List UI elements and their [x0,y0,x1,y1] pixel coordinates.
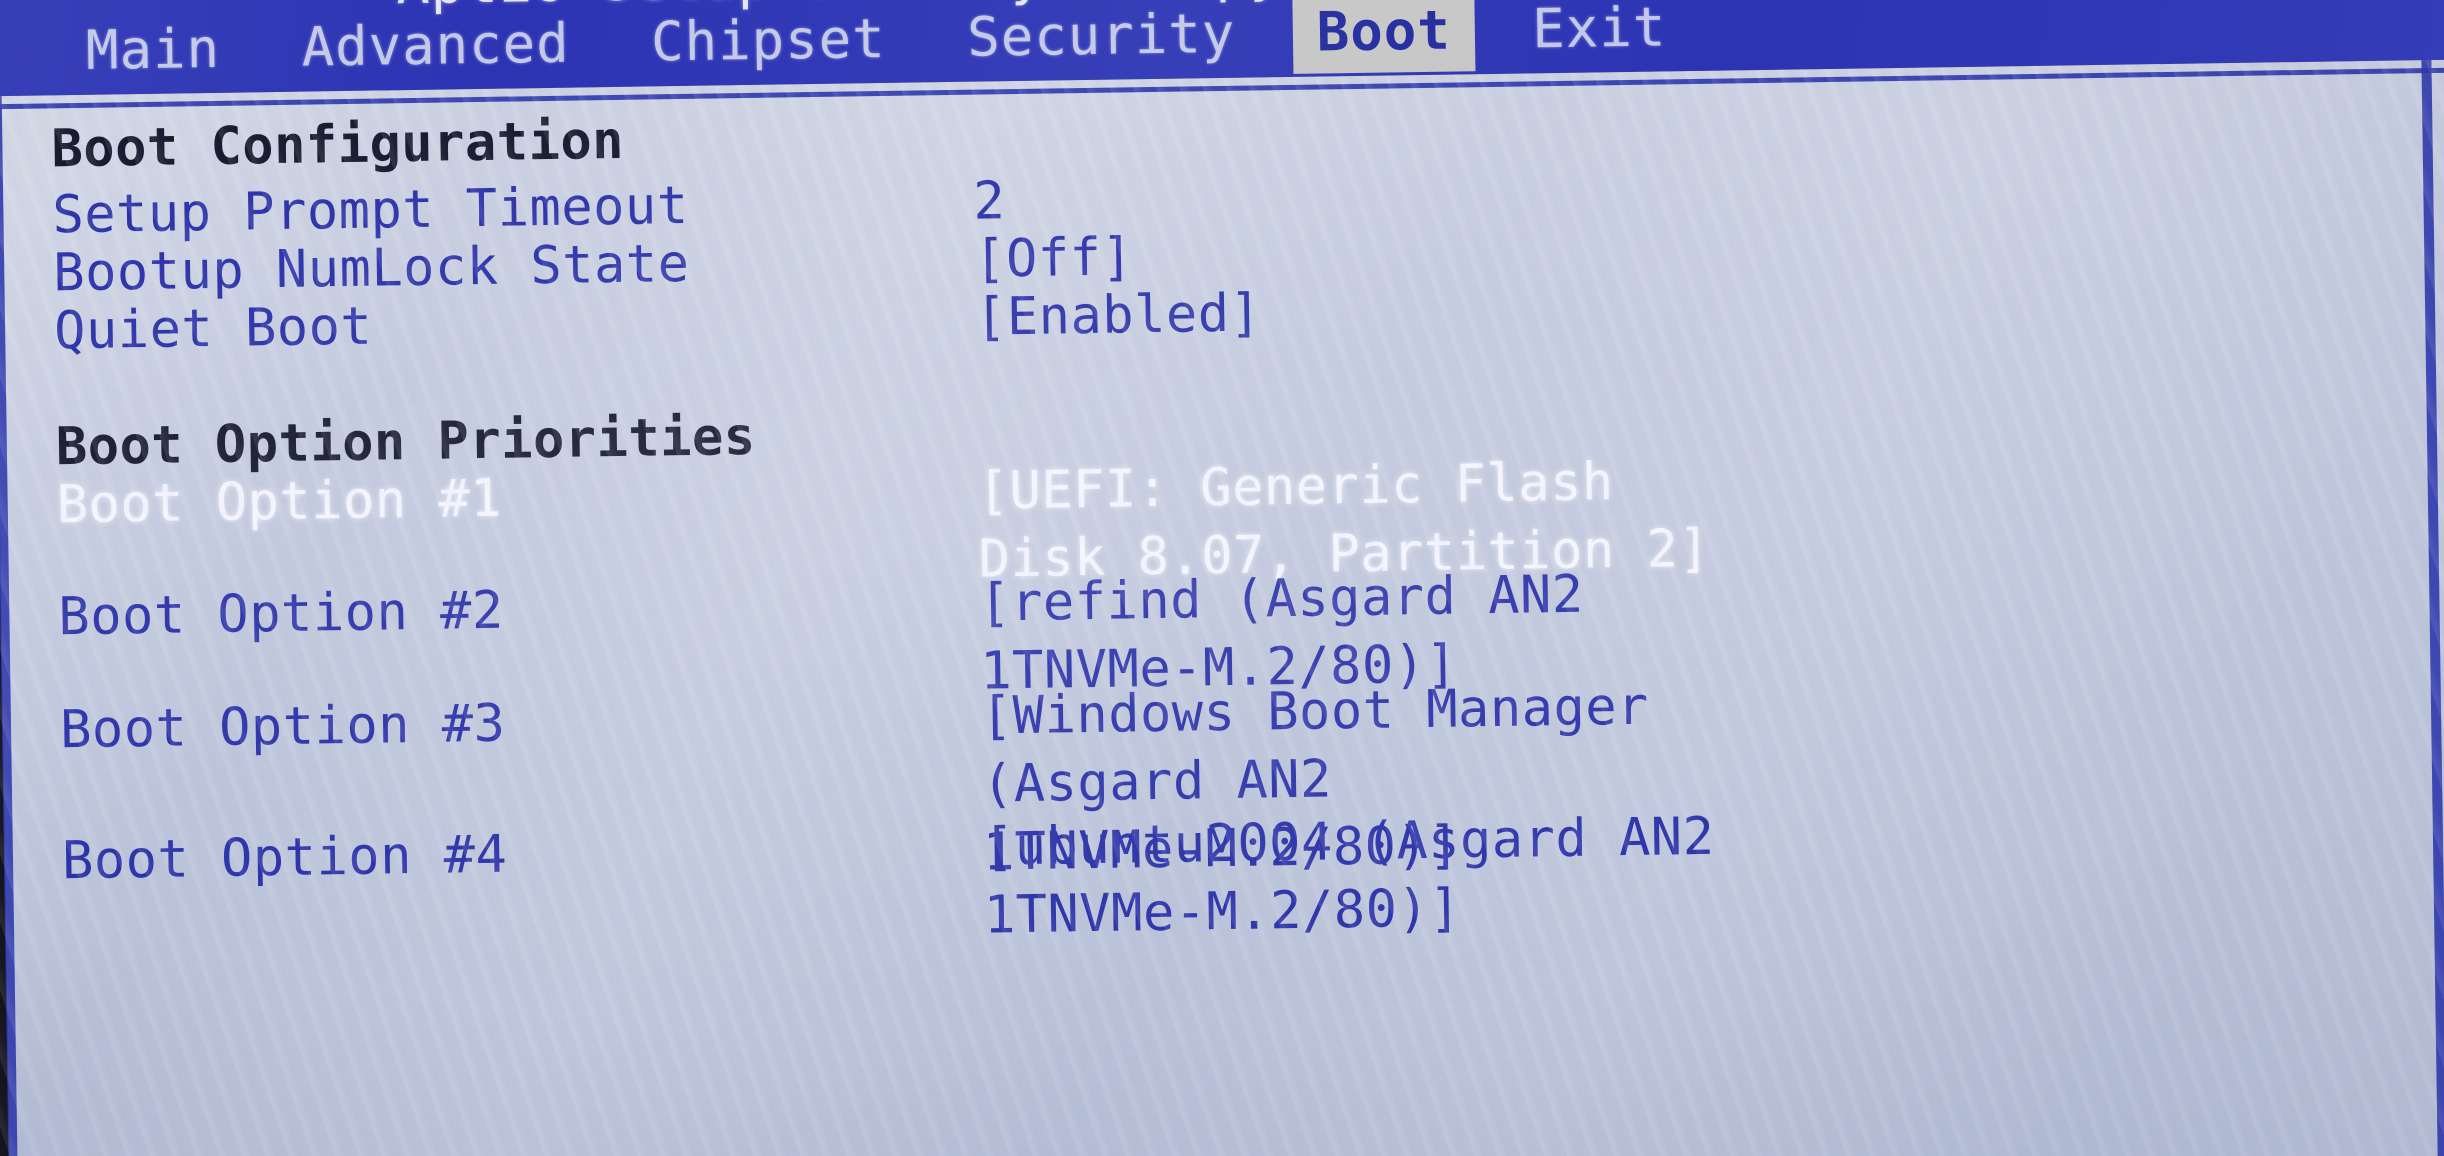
tab-security[interactable]: Security [943,0,1260,79]
setting-value-line: [refind (Asgard AN2 [978,564,1585,634]
monitor-photo: Aptio Setup Utility - Copyright (C) 2019… [0,0,2444,1156]
section-heading-boot-configuration: Boot Configuration [51,110,625,180]
settings-list: Boot Configuration Setup Prompt Timeout … [0,60,2444,1156]
tab-chipset[interactable]: Chipset [627,1,911,84]
tab-advanced[interactable]: Advanced [277,5,594,89]
tab-boot[interactable]: Boot [1292,0,1476,74]
bios-screen: Aptio Setup Utility - Copyright (C) 2019… [0,0,2444,1156]
settings-panel: Boot Configuration Setup Prompt Timeout … [0,59,2444,1156]
setting-label-boot-option-3[interactable]: Boot Option #3 [60,694,506,761]
setting-value-line: [Windows Boot Manager [980,676,1650,747]
setting-value-setup-prompt-timeout[interactable]: 2 [973,171,1006,231]
setting-value-boot-option-4[interactable]: [ubuntu2004 (Asgard AN2 1TNVMe-M.2/80)] [982,803,1715,950]
setting-label-boot-option-2[interactable]: Boot Option #2 [58,581,504,648]
setting-label-bootup-numlock-state[interactable]: Bootup NumLock State [53,234,690,303]
setting-value-quiet-boot[interactable]: [Enabled] [975,283,1262,347]
setting-value-line: [ubuntu2004 (Asgard AN2 [982,806,1715,878]
tab-exit[interactable]: Exit [1508,0,1691,71]
tab-main[interactable]: Main [61,10,244,92]
setting-value-bootup-numlock-state[interactable]: [Off] [974,227,1134,289]
setting-value-line: [UEFI: Generic Flash [977,452,1615,522]
setting-value-line: 1TNVMe-M.2/80)] [983,878,1462,946]
setting-label-boot-option-4[interactable]: Boot Option #4 [62,825,508,892]
section-heading-boot-option-priorities: Boot Option Priorities [55,406,757,478]
setting-label-boot-option-1[interactable]: Boot Option #1 [56,469,502,536]
setting-label-quiet-boot[interactable]: Quiet Boot [54,297,373,362]
